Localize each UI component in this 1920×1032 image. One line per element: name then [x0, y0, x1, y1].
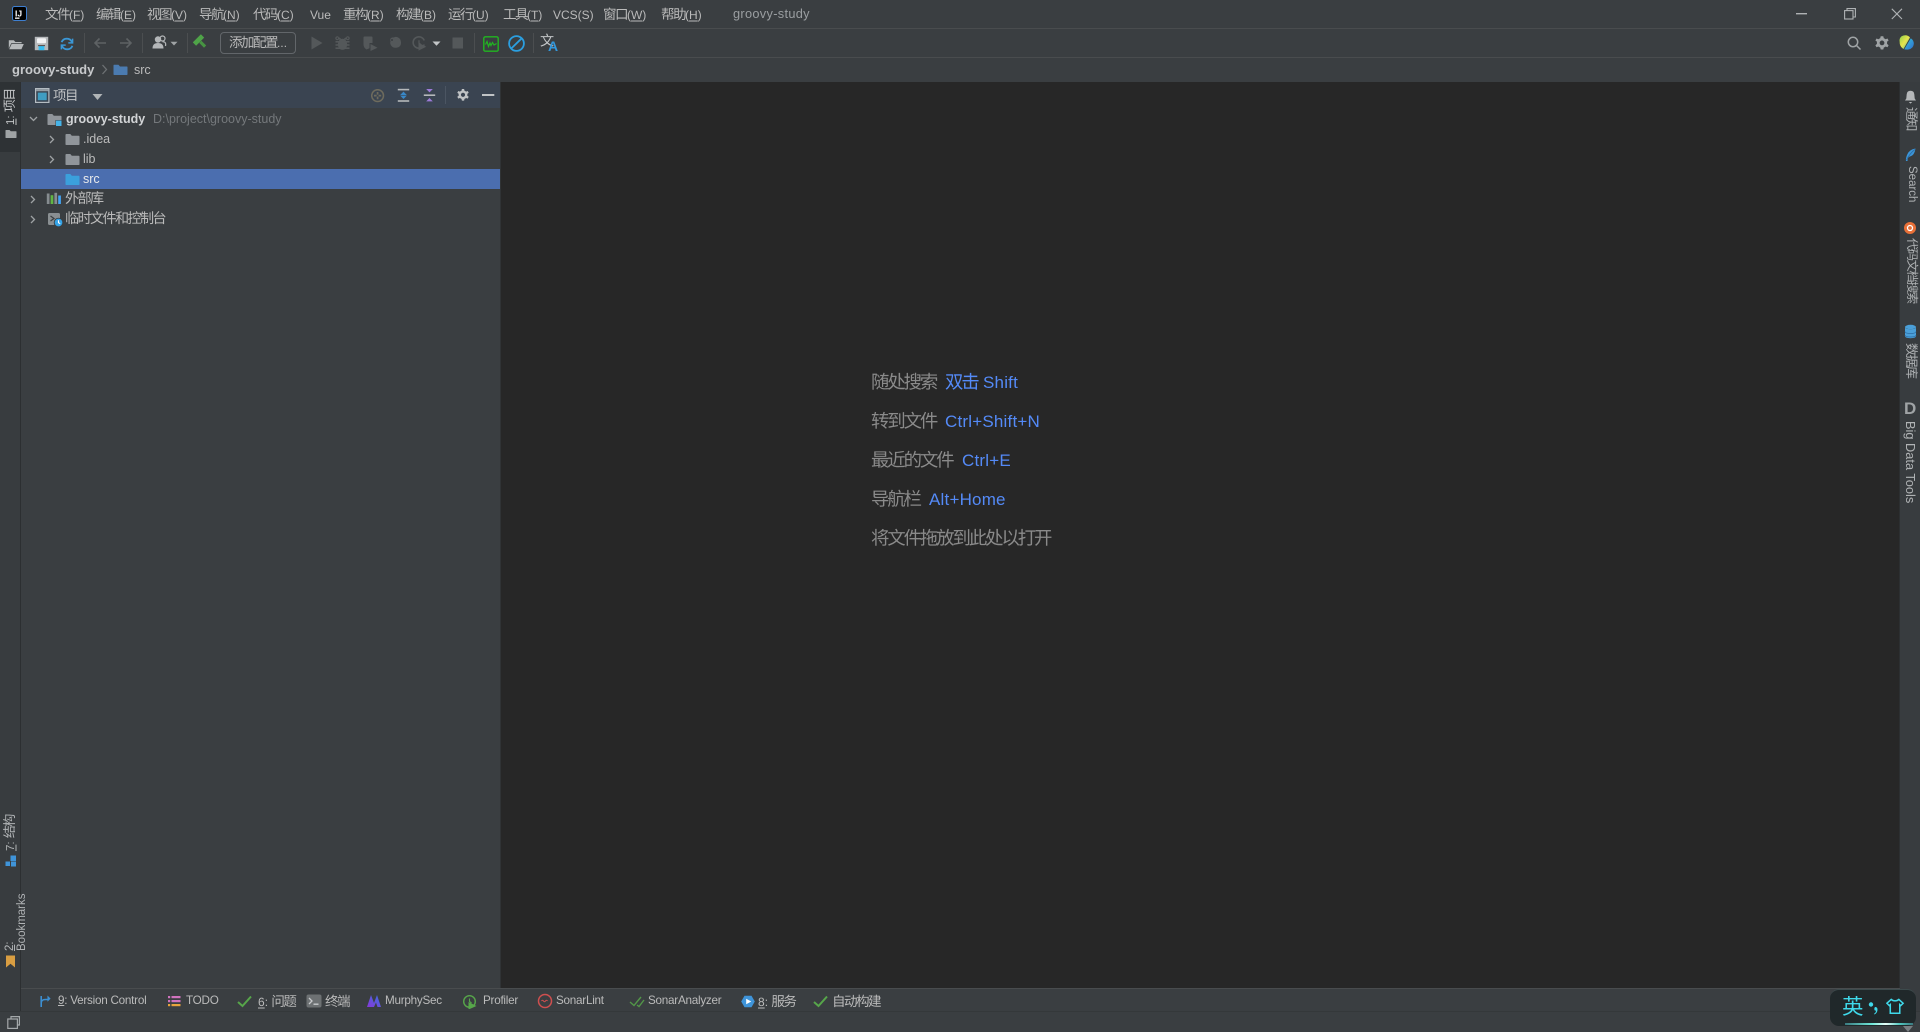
svg-text:IJ: IJ	[15, 9, 22, 19]
